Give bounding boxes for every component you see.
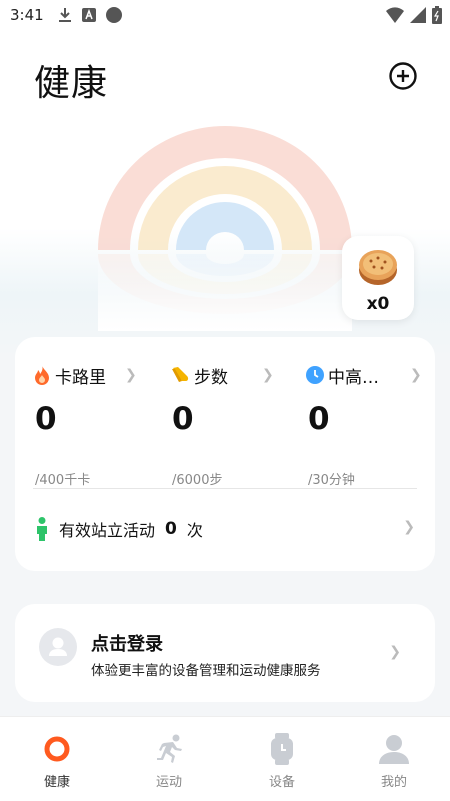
running-icon <box>157 734 182 763</box>
circle-indicator-icon <box>106 7 122 23</box>
metric-steps[interactable]: 步数 ❯ 0 /6000步 <box>170 363 300 488</box>
wifi-icon <box>386 7 404 23</box>
metric-value: 0 <box>35 401 57 437</box>
metric-goal: /30分钟 <box>308 473 355 488</box>
watch-icon <box>271 733 293 765</box>
shoe-icon <box>172 367 189 382</box>
stand-count: 0 <box>165 519 177 539</box>
cookie-count: x0 <box>366 294 390 314</box>
metric-active-minutes[interactable]: 中高… ❯ 0 /30分钟 <box>306 363 436 488</box>
nav-label: 设备 <box>268 775 295 790</box>
flame-icon <box>35 365 49 385</box>
profile-icon <box>379 735 409 764</box>
signal-icon <box>410 7 426 23</box>
nav-item-profile[interactable]: 我的 <box>354 733 434 790</box>
stand-activity-row[interactable]: 有效站立活动 0 次 ❯ <box>35 517 415 541</box>
metric-goal: /6000步 <box>172 473 223 488</box>
chevron-right-icon: ❯ <box>410 367 422 383</box>
cookie-icon <box>359 250 397 285</box>
login-card[interactable]: 点击登录 体验更丰富的设备管理和运动健康服务 ❯ <box>15 604 435 702</box>
nav-item-health[interactable]: 健康 <box>17 733 97 790</box>
metric-value: 0 <box>308 401 330 437</box>
chevron-right-icon: ❯ <box>262 367 274 383</box>
stats-card: 卡路里 ❯ 0 /400千卡 步数 ❯ 0 /6000步 中高… ❯ 0 /30… <box>15 337 435 571</box>
nav-label: 健康 <box>43 775 70 790</box>
health-ring-icon <box>44 736 70 762</box>
nav-label: 运动 <box>155 775 182 790</box>
metric-label: 中高… <box>328 367 379 388</box>
chevron-right-icon: ❯ <box>403 519 415 535</box>
metric-value: 0 <box>172 401 194 437</box>
nav-item-devices[interactable]: 设备 <box>242 733 322 790</box>
chevron-right-icon: ❯ <box>389 644 401 660</box>
battery-icon <box>432 6 442 24</box>
stand-label: 有效站立活动 <box>59 521 156 540</box>
standing-person-icon <box>37 517 47 541</box>
activity-rings-graphic <box>98 126 352 331</box>
cookie-reward-card[interactable]: x0 <box>342 236 414 320</box>
bottom-nav: 健康 运动 设备 我的 <box>0 716 450 801</box>
nav-label: 我的 <box>380 775 407 790</box>
download-icon <box>59 8 71 22</box>
login-title: 点击登录 <box>91 634 163 655</box>
status-bar: 3:41 <box>0 0 450 30</box>
page-title: 健康 <box>34 63 109 104</box>
stand-unit: 次 <box>186 521 203 540</box>
add-icon[interactable] <box>388 61 418 91</box>
status-system-icons <box>386 6 442 24</box>
keyboard-a-icon <box>82 8 96 22</box>
status-time: 3:41 <box>10 6 44 24</box>
metric-label: 卡路里 <box>55 367 106 388</box>
avatar <box>39 628 77 666</box>
metric-calories[interactable]: 卡路里 ❯ 0 /400千卡 <box>33 363 163 488</box>
login-subtitle: 体验更丰富的设备管理和运动健康服务 <box>91 663 321 679</box>
divider <box>33 488 417 489</box>
clock-icon <box>306 366 324 384</box>
chevron-right-icon: ❯ <box>125 367 137 383</box>
nav-item-exercise[interactable]: 运动 <box>129 733 209 790</box>
metric-goal: /400千卡 <box>35 473 91 488</box>
metric-label: 步数 <box>194 367 228 388</box>
user-placeholder-icon <box>49 637 67 656</box>
status-notification-icons <box>58 7 122 23</box>
